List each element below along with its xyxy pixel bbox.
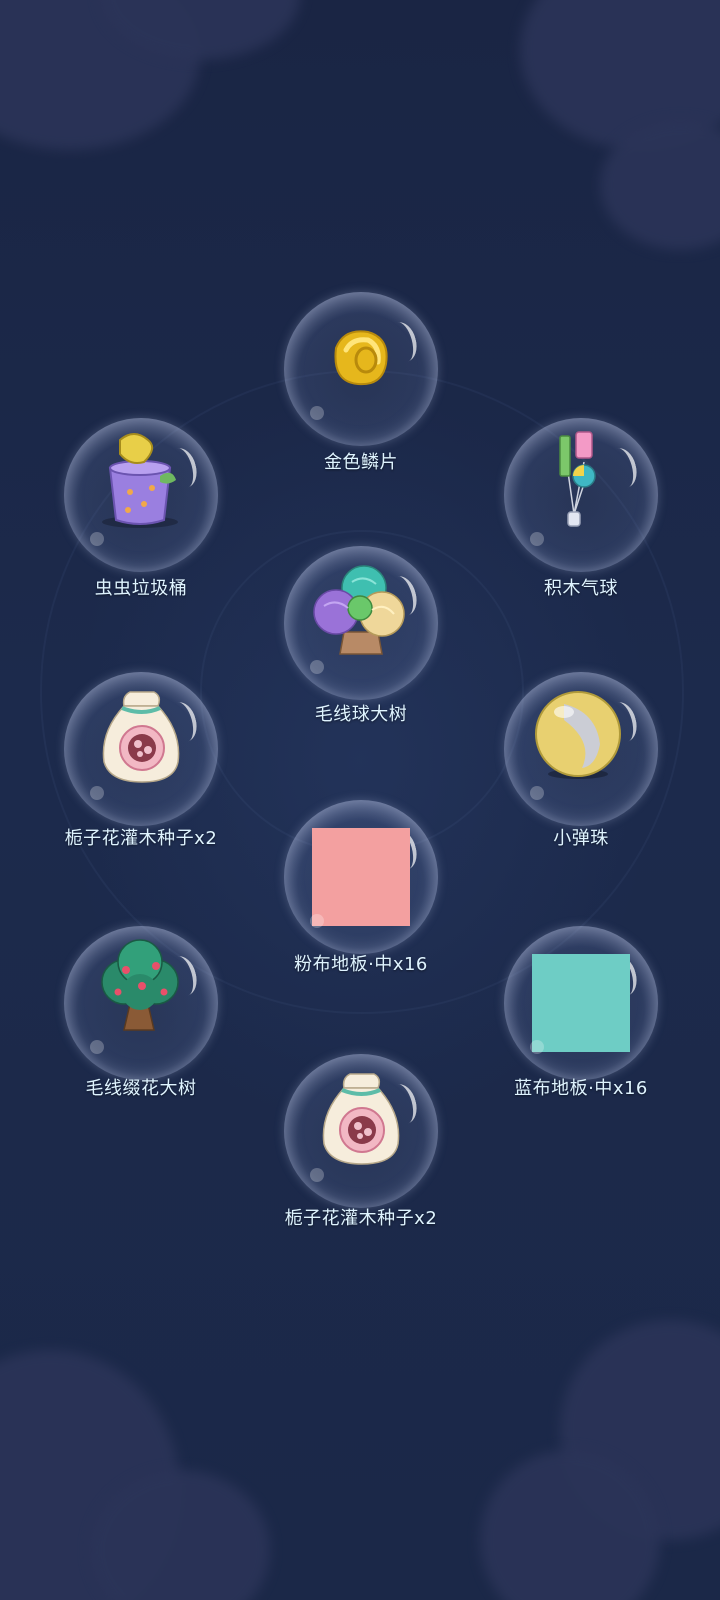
reward-label: 毛线球大树	[314, 704, 408, 725]
reward-label: 金色鳞片	[324, 452, 398, 473]
reward-label: 虫虫垃圾桶	[94, 578, 188, 599]
reward-bubble[interactable]	[284, 292, 438, 446]
seed-bag-icon	[102, 691, 180, 783]
reward-bubble[interactable]	[284, 800, 438, 954]
pink-floor-swatch	[312, 828, 410, 926]
reward-bubble[interactable]	[504, 418, 658, 572]
reward-label: 栀子花灌木种子x2	[64, 828, 218, 849]
reward-bubble[interactable]	[284, 1054, 438, 1208]
yarn-flower-tree-icon	[101, 939, 179, 1031]
reward-bubble[interactable]	[64, 418, 218, 572]
block-balloon-icon	[559, 431, 596, 527]
reward-label: 栀子花灌木种子x2	[284, 1208, 438, 1229]
reward-bubble[interactable]	[504, 926, 658, 1080]
reward-screen: 金色鳞片 虫虫垃圾桶 积木气球 毛线球大树 栀子花灌木种子x2 小弹珠 粉布地板…	[0, 0, 720, 1600]
reward-label: 小弹珠	[553, 828, 609, 849]
reward-bubble[interactable]	[64, 926, 218, 1080]
blue-floor-swatch	[532, 954, 630, 1052]
reward-label: 粉布地板·中x16	[294, 954, 428, 975]
reward-bubble[interactable]	[284, 546, 438, 700]
gold-scale-icon	[334, 330, 388, 386]
marble-icon	[535, 691, 621, 779]
reward-label: 积木气球	[544, 578, 618, 599]
seed-bag-icon	[322, 1073, 400, 1165]
reward-bubble[interactable]	[504, 672, 658, 826]
reward-bubble[interactable]	[64, 672, 218, 826]
yarn-ball-tree-icon	[313, 565, 405, 655]
reward-label: 蓝布地板·中x16	[514, 1078, 648, 1099]
bug-trash-can-icon	[102, 433, 178, 528]
reward-label: 毛线缀花大树	[85, 1078, 197, 1099]
